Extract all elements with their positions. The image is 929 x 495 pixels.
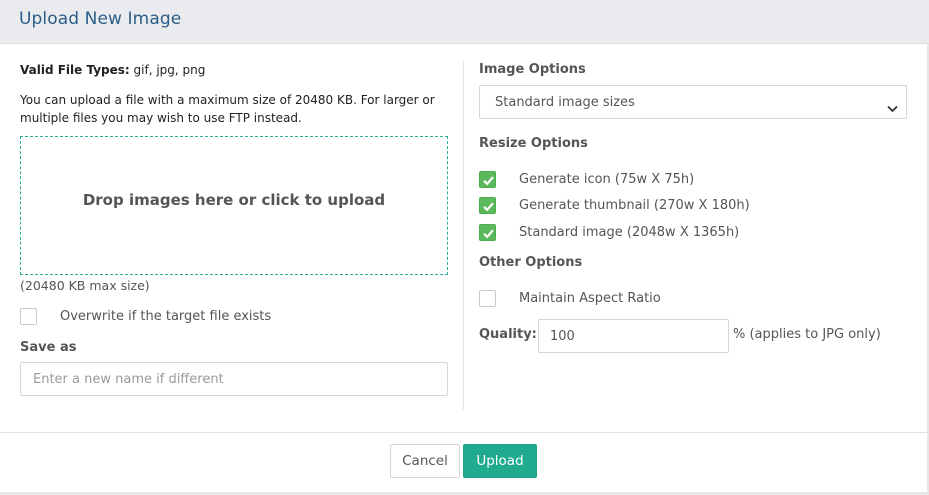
options-column: Image Options Standard image sizes Resiz… [479, 44, 909, 414]
max-size-info: You can upload a file with a maximum siz… [20, 93, 435, 125]
upload-column: Valid File Types: gif, jpg, png You can … [20, 44, 448, 414]
chevron-down-icon [887, 98, 898, 117]
upload-dropzone[interactable]: Drop images here or click to upload [20, 136, 448, 275]
valid-file-types-label: Valid File Types: [20, 63, 130, 77]
check-icon [483, 229, 494, 239]
valid-file-types: Valid File Types: gif, jpg, png [20, 63, 205, 77]
image-options-selected: Standard image sizes [495, 95, 635, 110]
dialog-header: Upload New Image [0, 0, 929, 44]
dropzone-max-size: (20480 KB max size) [20, 278, 150, 293]
generate-thumbnail-checkbox[interactable] [479, 197, 496, 214]
save-as-label: Save as [20, 340, 77, 355]
quality-input[interactable] [538, 319, 729, 353]
check-icon [483, 202, 494, 212]
dialog-title: Upload New Image [19, 9, 182, 29]
standard-image-label: Standard image (2048w X 1365h) [519, 225, 740, 240]
resize-options-label: Resize Options [479, 136, 588, 151]
cancel-button[interactable]: Cancel [390, 444, 460, 478]
dropzone-text: Drop images here or click to upload [82, 191, 386, 209]
upload-button[interactable]: Upload [463, 444, 537, 478]
standard-image-checkbox[interactable] [479, 224, 496, 241]
dialog-body: Valid File Types: gif, jpg, png You can … [0, 44, 929, 432]
valid-file-types-value: gif, jpg, png [133, 63, 206, 77]
overwrite-checkbox[interactable] [20, 308, 37, 325]
dialog-footer: Cancel Upload [0, 432, 929, 495]
save-as-input[interactable] [20, 362, 448, 396]
generate-icon-label: Generate icon (75w X 75h) [519, 172, 695, 187]
upload-image-dialog: Upload New Image Valid File Types: gif, … [0, 0, 929, 495]
image-options-select[interactable]: Standard image sizes [479, 85, 907, 119]
quality-suffix: % (applies to JPG only) [733, 327, 881, 342]
generate-icon-checkbox[interactable] [479, 171, 496, 188]
overwrite-label: Overwrite if the target file exists [60, 309, 272, 324]
check-icon [483, 176, 494, 186]
quality-label: Quality: [479, 327, 537, 342]
generate-thumbnail-label: Generate thumbnail (270w X 180h) [519, 198, 750, 213]
maintain-aspect-label: Maintain Aspect Ratio [519, 291, 661, 306]
image-options-label: Image Options [479, 62, 586, 77]
maintain-aspect-checkbox[interactable] [479, 290, 496, 307]
other-options-label: Other Options [479, 255, 583, 270]
column-divider [463, 61, 464, 410]
